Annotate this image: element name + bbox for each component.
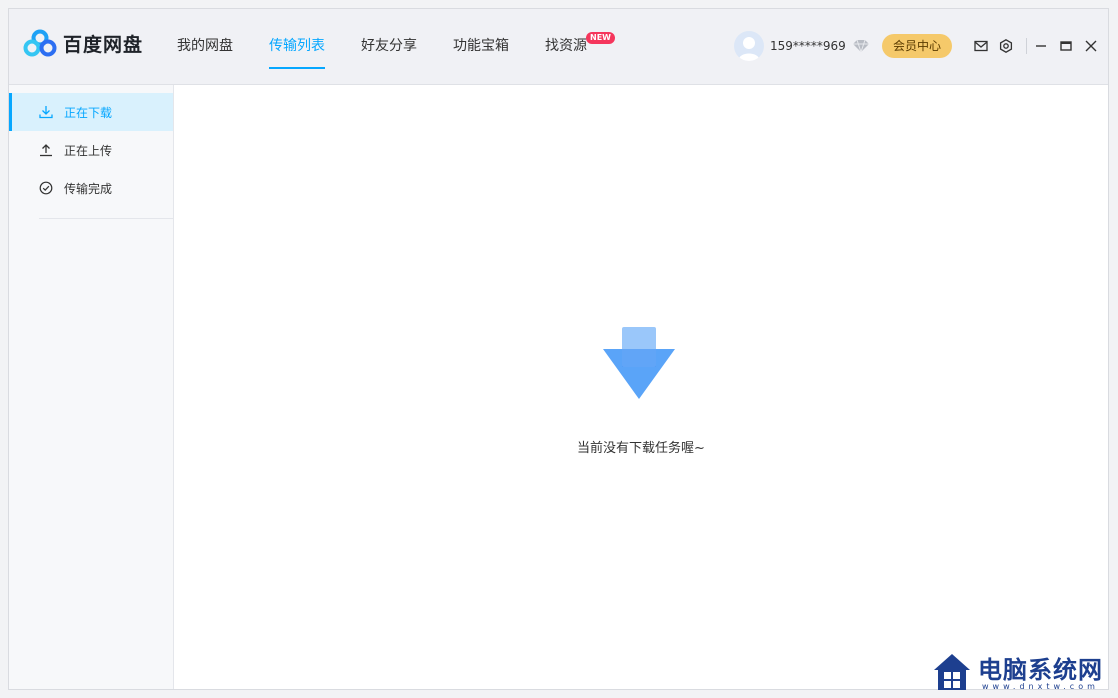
sidebar-item-label: 正在上传 [64,143,113,158]
upload-icon [40,144,52,157]
avatar-icon [738,37,760,61]
avatar[interactable] [734,31,764,61]
mail-icon[interactable] [973,38,989,54]
top-bar: 百度网盘 我的网盘 传输列表 好友分享 功能宝箱 找资源 NEW 159****… [9,9,1108,85]
sidebar-item-label: 传输完成 [64,181,113,196]
sidebar-item-completed[interactable]: 传输完成 [9,169,173,207]
gear-icon[interactable] [998,38,1014,54]
download-icon [39,106,53,119]
tab-find-resources-label: 找资源 [545,38,587,54]
maximize-icon[interactable] [1058,38,1074,54]
tab-transfer-list[interactable]: 传输列表 [269,9,325,85]
watermark-url: www.dnxtw.com [982,682,1099,691]
close-icon[interactable] [1083,38,1099,54]
user-area[interactable]: 159*****969 [734,31,870,61]
transfer-content: 当前没有下载任务喔~ [174,85,1108,689]
tab-toolbox[interactable]: 功能宝箱 [453,9,509,85]
sidebar-item-label: 正在下载 [64,105,113,120]
check-circle-icon [39,181,53,195]
tab-find-resources[interactable]: 找资源 NEW [545,9,615,85]
header-divider [1026,38,1027,54]
main-nav: 我的网盘 传输列表 好友分享 功能宝箱 找资源 NEW [177,9,623,85]
minimize-icon[interactable] [1033,38,1049,54]
new-badge: NEW [586,32,615,44]
watermark: 电脑系统网 www.dnxtw.com [930,650,1115,696]
sidebar-item-uploading[interactable]: 正在上传 [9,131,173,169]
transfer-sidebar: 正在下载 正在上传 传输完成 [9,85,174,689]
house-logo-icon [934,654,970,690]
username: 159*****969 [770,39,846,53]
baidu-cloud-logo-icon [23,29,57,57]
app-window: 百度网盘 我的网盘 传输列表 好友分享 功能宝箱 找资源 NEW 159****… [8,8,1109,690]
vip-center-button[interactable]: 会员中心 [882,34,952,58]
empty-download-illustration [603,327,675,399]
app-name: 百度网盘 [63,33,144,56]
app-logo[interactable]: 百度网盘 [23,29,143,57]
empty-state-message: 当前没有下载任务喔~ [577,441,705,456]
watermark-title: 电脑系统网 [978,655,1103,684]
sidebar-divider [39,218,174,219]
sidebar-item-downloading[interactable]: 正在下载 [9,93,173,131]
tab-my-drive[interactable]: 我的网盘 [177,9,233,85]
tab-friend-share[interactable]: 好友分享 [361,9,417,85]
diamond-icon[interactable] [852,39,870,53]
